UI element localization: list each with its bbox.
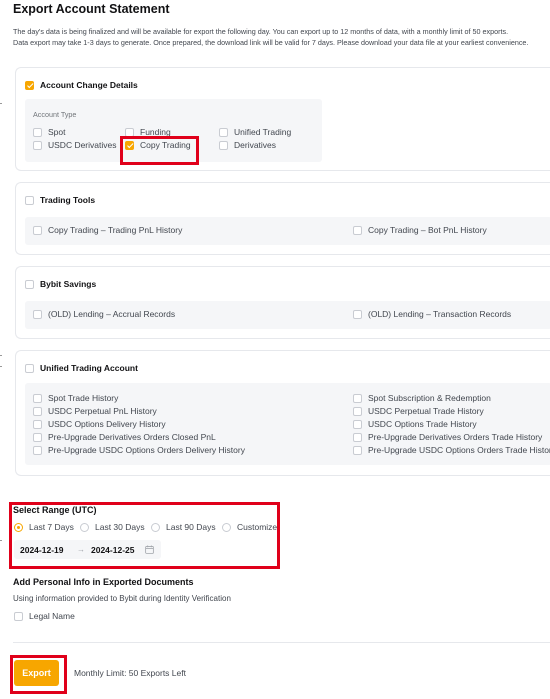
highlight-box-copy-trading: [120, 136, 199, 165]
account-type-usdc-derivatives[interactable]: USDC Derivatives: [33, 140, 117, 150]
unified-trading-header[interactable]: Unified Trading Account: [25, 363, 138, 373]
option-copy-trading-pnl[interactable]: Copy Trading – Trading PnL History: [33, 225, 182, 235]
checkbox[interactable]: [33, 309, 42, 319]
option-pre-upgrade-usdc-trade[interactable]: Pre-Upgrade USDC Options Orders Trade Hi…: [353, 445, 550, 455]
option-label: Pre-Upgrade USDC Options Orders Trade Hi…: [368, 445, 550, 455]
personal-info-title: Add Personal Info in Exported Documents: [13, 577, 194, 587]
option-lending-accrual[interactable]: (OLD) Lending – Accrual Records: [33, 309, 175, 319]
checkbox[interactable]: [219, 140, 228, 150]
checkbox[interactable]: [353, 419, 362, 429]
option-pre-upgrade-derivatives-closed-pnl[interactable]: Pre-Upgrade Derivatives Orders Closed Pn…: [33, 432, 216, 442]
account-change-label: Account Change Details: [40, 80, 138, 90]
account-type-label: Account Type: [33, 110, 77, 119]
account-change-card: Account Change Details Account Type Spot…: [15, 67, 550, 171]
page-title: Export Account Statement: [13, 2, 170, 16]
description-line-2: Data export may take 1-3 days to generat…: [13, 38, 529, 47]
trading-tools-panel: Copy Trading – Trading PnL History Copy …: [25, 217, 550, 245]
option-label: Spot Trade History: [48, 393, 119, 403]
option-spot-trade-history[interactable]: Spot Trade History: [33, 393, 118, 403]
account-type-unified-trading[interactable]: Unified Trading: [219, 127, 291, 137]
highlight-box-export: [10, 655, 67, 694]
option-usdc-perpetual-trade[interactable]: USDC Perpetual Trade History: [353, 406, 484, 416]
checkbox[interactable]: [353, 225, 362, 235]
option-label: (OLD) Lending – Transaction Records: [368, 309, 512, 319]
option-label: USDC Perpetual PnL History: [48, 406, 157, 416]
option-label: USDC Options Delivery History: [48, 419, 166, 429]
option-label: Unified Trading: [234, 127, 292, 137]
option-label: USDC Perpetual Trade History: [368, 406, 484, 416]
checkbox[interactable]: [353, 393, 362, 403]
option-label: USDC Derivatives: [48, 140, 117, 150]
unified-trading-checkbox[interactable]: [25, 363, 34, 373]
option-usdc-options-trade[interactable]: USDC Options Trade History: [353, 419, 477, 429]
unified-trading-label: Unified Trading Account: [40, 363, 138, 373]
checkbox[interactable]: [14, 611, 23, 621]
option-pre-upgrade-usdc-delivery[interactable]: Pre-Upgrade USDC Options Orders Delivery…: [33, 445, 245, 455]
option-lending-transaction[interactable]: (OLD) Lending – Transaction Records: [353, 309, 511, 319]
account-type-derivatives[interactable]: Derivatives: [219, 140, 276, 150]
checkbox[interactable]: [33, 406, 42, 416]
option-label: (OLD) Lending – Accrual Records: [48, 309, 176, 319]
bybit-savings-panel: (OLD) Lending – Accrual Records (OLD) Le…: [25, 301, 550, 329]
personal-info-subtitle: Using information provided to Bybit duri…: [13, 594, 231, 603]
checkbox[interactable]: [33, 445, 42, 455]
checkbox[interactable]: [353, 309, 362, 319]
edge-marker: [0, 366, 2, 367]
option-usdc-options-delivery[interactable]: USDC Options Delivery History: [33, 419, 166, 429]
option-spot-subscription[interactable]: Spot Subscription & Redemption: [353, 393, 491, 403]
option-label: Pre-Upgrade Derivatives Orders Trade His…: [368, 432, 543, 442]
checkbox[interactable]: [33, 419, 42, 429]
account-type-spot[interactable]: Spot: [33, 127, 66, 137]
option-label: Copy Trading – Trading PnL History: [48, 225, 183, 235]
option-label: Copy Trading – Bot PnL History: [368, 225, 487, 235]
option-label: USDC Options Trade History: [368, 419, 477, 429]
edge-marker: [0, 103, 2, 104]
checkbox[interactable]: [33, 393, 42, 403]
option-usdc-perpetual-pnl[interactable]: USDC Perpetual PnL History: [33, 406, 157, 416]
edge-marker: [0, 355, 2, 356]
unified-trading-panel: Spot Trade History USDC Perpetual PnL Hi…: [25, 383, 550, 465]
unified-trading-card: Unified Trading Account Spot Trade Histo…: [15, 350, 550, 476]
account-change-header[interactable]: Account Change Details: [25, 80, 138, 90]
divider: [13, 642, 550, 643]
option-copy-trading-bot-pnl[interactable]: Copy Trading – Bot PnL History: [353, 225, 487, 235]
option-pre-upgrade-derivatives-trade[interactable]: Pre-Upgrade Derivatives Orders Trade His…: [353, 432, 542, 442]
account-change-checkbox[interactable]: [25, 80, 34, 90]
option-label: Pre-Upgrade Derivatives Orders Closed Pn…: [48, 432, 216, 442]
description-line-1: The day's data is being finalized and wi…: [13, 27, 509, 36]
checkbox[interactable]: [33, 127, 42, 137]
checkbox[interactable]: [33, 140, 42, 150]
bybit-savings-header[interactable]: Bybit Savings: [25, 279, 96, 289]
monthly-limit-text: Monthly Limit: 50 Exports Left: [74, 668, 186, 678]
option-label: Legal Name: [29, 611, 75, 621]
option-label: Spot: [48, 127, 66, 137]
checkbox[interactable]: [33, 225, 42, 235]
checkbox[interactable]: [353, 432, 362, 442]
checkbox[interactable]: [219, 127, 228, 137]
bybit-savings-label: Bybit Savings: [40, 279, 97, 289]
checkbox[interactable]: [33, 432, 42, 442]
bybit-savings-card: Bybit Savings (OLD) Lending – Accrual Re…: [15, 266, 550, 339]
highlight-box-range: [9, 502, 280, 569]
trading-tools-label: Trading Tools: [40, 195, 96, 205]
bybit-savings-checkbox[interactable]: [25, 279, 34, 289]
option-label: Spot Subscription & Redemption: [368, 393, 491, 403]
legal-name-option[interactable]: Legal Name: [14, 611, 75, 621]
edge-marker: [0, 540, 2, 541]
trading-tools-checkbox[interactable]: [25, 195, 34, 205]
option-label: Pre-Upgrade USDC Options Orders Delivery…: [48, 445, 245, 455]
checkbox[interactable]: [353, 406, 362, 416]
trading-tools-card: Trading Tools Copy Trading – Trading PnL…: [15, 182, 550, 255]
option-label: Derivatives: [234, 140, 277, 150]
trading-tools-header[interactable]: Trading Tools: [25, 195, 95, 205]
checkbox[interactable]: [353, 445, 362, 455]
